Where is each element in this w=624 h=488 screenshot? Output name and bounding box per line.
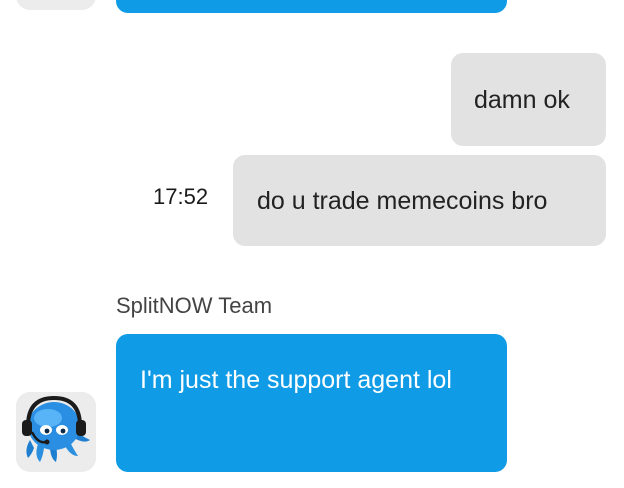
chat-thread: damn ok 17:52 do u trade memecoins bro S… — [0, 0, 624, 488]
message-text: I'm just the support agent lol — [140, 366, 452, 394]
message-text: do u trade memecoins bro — [257, 186, 548, 215]
previous-agent-message-bubble — [116, 0, 507, 13]
user-message-bubble: damn ok — [451, 53, 606, 146]
message-text: damn ok — [474, 85, 570, 114]
user-message-bubble: do u trade memecoins bro — [233, 155, 606, 246]
agent-sender-name: SplitNOW Team — [116, 293, 273, 318]
agent-message-bubble: I'm just the support agent lol — [116, 334, 507, 472]
message-timestamp: 17:52 — [153, 184, 209, 209]
octopus-support-agent-icon — [16, 392, 96, 472]
previous-agent-avatar — [16, 0, 96, 10]
